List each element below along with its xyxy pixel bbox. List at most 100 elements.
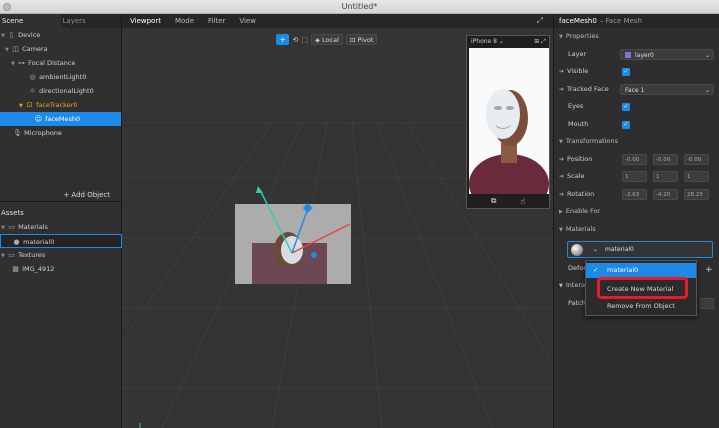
layer-label: Layer [568,49,587,58]
enable-for-section[interactable]: ▶ Enable For [554,203,719,221]
assets-header: Assets [1,209,24,217]
material-ball-icon [571,244,583,256]
transformations-section[interactable]: ▼ Transformations [554,133,719,151]
tree-item-camera[interactable]: ▼ ◫ Camera [0,42,121,56]
position-z-field[interactable]: -0.00 [684,153,709,165]
visible-label: Visible [567,67,589,75]
tree-item-material0[interactable]: ● material0 [0,234,122,248]
inspector-panel: faceMesh0– Face Mesh ▼ Properties Layer l… [553,14,719,428]
arrow-icon: ➜ [559,155,565,163]
preview-tools[interactable]: ⊞ ⤢ [534,36,546,48]
inspector-title: faceMesh0 [559,17,597,25]
chevron-down-icon: ⌄ [593,246,599,253]
tree-item-img-4912[interactable]: ▦ IMG_4912 [0,262,122,276]
materials-section[interactable]: ▼ Materials [554,221,719,239]
mouth-row: Mouth ✓ [554,116,719,134]
tree-item-ambient-light[interactable]: ◎ ambientLight0 [0,70,121,84]
add-object-button[interactable]: + Add Object [0,188,122,202]
screenshot-icon[interactable]: ⧉ [491,196,497,206]
window-close-button[interactable] [3,3,11,11]
rotation-row: ➜ Rotation -2.63 -4.20 28.23 [554,186,719,204]
touch-icon[interactable]: ☝ [520,197,525,206]
face-mesh-icon: ☺ [34,115,43,123]
tree-item-directional-light[interactable]: ☼ directionalLight0 [0,84,121,98]
device-select[interactable]: iPhone 8 ⌄ [471,36,504,48]
preview-header: iPhone 8 ⌄ ⊞ ⤢ [467,36,549,48]
chevron-down-icon: ⌄ [704,86,710,94]
preview-image [469,48,549,194]
window-title: Untitled* [341,2,378,11]
camera-icon: ◫ [12,45,19,53]
viewport[interactable]: Viewport Mode Filter View ⤢ ✛ ⟲ ⬚ ◈ Loca… [122,14,553,428]
menu-view[interactable]: View [239,17,256,25]
tree-item-face-mesh[interactable]: ☺ faceMesh0 [0,112,121,126]
checkmark-icon: ✓ [593,266,599,274]
viewport-menu-bar: Viewport Mode Filter View ⤢ [122,14,553,28]
scale-row: ➜ Scale 1 1 1 [554,168,719,186]
chevron-down-icon: ⌄ [704,51,710,59]
tree-item-focal-distance[interactable]: ▼ ⊶ Focal Distance [0,56,121,70]
menu-mode[interactable]: Mode [175,17,194,25]
move-tool-icon[interactable]: ✛ [276,34,290,45]
scene-tabs: Scene Layers [0,14,121,28]
highlight-annotation [597,277,688,299]
visible-row: ➜ Visible ✓ [554,63,719,81]
scale-z-field[interactable]: 1 [684,171,709,182]
position-x-field[interactable]: -0.00 [622,153,647,165]
image-icon: ▦ [12,265,19,273]
face-tracker-icon: ⊡ [26,101,33,109]
focal-distance-icon: ⊶ [18,59,25,67]
tree-item-textures[interactable]: ▼ ▭ Textures [0,248,122,262]
menu-item-remove-from-object[interactable]: Remove From Object [586,299,696,314]
properties-section[interactable]: ▼ Properties [554,28,719,46]
preview-screen [469,48,549,194]
rotate-tool-icon[interactable]: ⟲ [292,36,298,44]
tracked-face-row: ➜ Tracked Face Face 1 ⌄ [554,81,719,99]
local-button[interactable]: ◈ Local [310,34,343,45]
device-icon: ▯ [9,31,14,39]
menu-filter[interactable]: Filter [208,17,225,25]
rotation-z-field[interactable]: 28.23 [684,188,709,200]
visible-checkbox[interactable]: ✓ [622,68,630,76]
eyes-label: Eyes [568,102,584,110]
patch-button[interactable] [700,298,714,309]
menu-viewport[interactable]: Viewport [130,17,161,25]
inspector-header: faceMesh0– Face Mesh [554,14,719,28]
tree-item-face-tracker[interactable]: ▼ ⊡ faceTracker0 [0,98,121,112]
menu-item-material0[interactable]: ✓ material0 [586,263,696,278]
tab-layers[interactable]: Layers [61,14,122,28]
arrow-icon: ➜ [559,173,565,180]
tab-scene[interactable]: Scene [0,14,61,28]
tree-item-device[interactable]: ▼ ▯ Device [0,28,121,42]
position-y-field[interactable]: -0.00 [653,153,678,165]
tracked-face-dropdown[interactable]: Face 1 ⌄ [620,83,714,95]
eyes-checkbox[interactable]: ✓ [622,103,630,111]
tree-item-microphone[interactable]: 🎙 Microphone [0,126,121,140]
preview-footer: ⧉ ☝ [467,194,549,208]
title-bar: Untitled* [0,0,719,14]
layer-row: Layer layer0 ⌄ [554,46,719,64]
layer-dropdown[interactable]: layer0 ⌄ [620,48,714,60]
scene-tree: ▼ ▯ Device ▼ ◫ Camera ▼ ⊶ Focal Distance ◎ … [0,28,121,140]
patch-label: Patch [568,299,586,307]
material-select[interactable]: ⌄ material0 [567,241,713,258]
arrow-icon: ➜ [559,190,565,198]
scale-x-field[interactable]: 1 [622,171,647,182]
rotation-y-field[interactable]: -4.20 [653,188,678,200]
layer-color-swatch [625,52,631,58]
scale-y-field[interactable]: 1 [653,171,678,182]
expand-icon[interactable]: ⤢ [537,16,543,26]
pivot-button[interactable]: ⊡ Pivot [345,34,378,45]
mouth-checkbox[interactable]: ✓ [622,120,630,129]
assets-tree: ▼ ▭ Materials ● material0 ▼ ▭ Textures ▦ I… [0,220,122,276]
arrow-icon: ➜ [559,85,565,93]
material-ball-icon: ● [13,238,20,246]
tree-item-materials[interactable]: ▼ ▭ Materials [0,220,122,234]
scale-tool-icon[interactable]: ⬚ [301,36,308,44]
device-preview[interactable]: iPhone 8 ⌄ ⊞ ⤢ ⧉ ☝ [466,35,550,209]
position-row: ➜ Position -0.00 -0.00 -0.00 [554,151,719,169]
local-icon: ◈ [314,36,323,44]
add-icon[interactable]: + [705,265,713,275]
rotation-x-field[interactable]: -2.63 [622,188,647,200]
scale-label: Scale [567,172,585,180]
